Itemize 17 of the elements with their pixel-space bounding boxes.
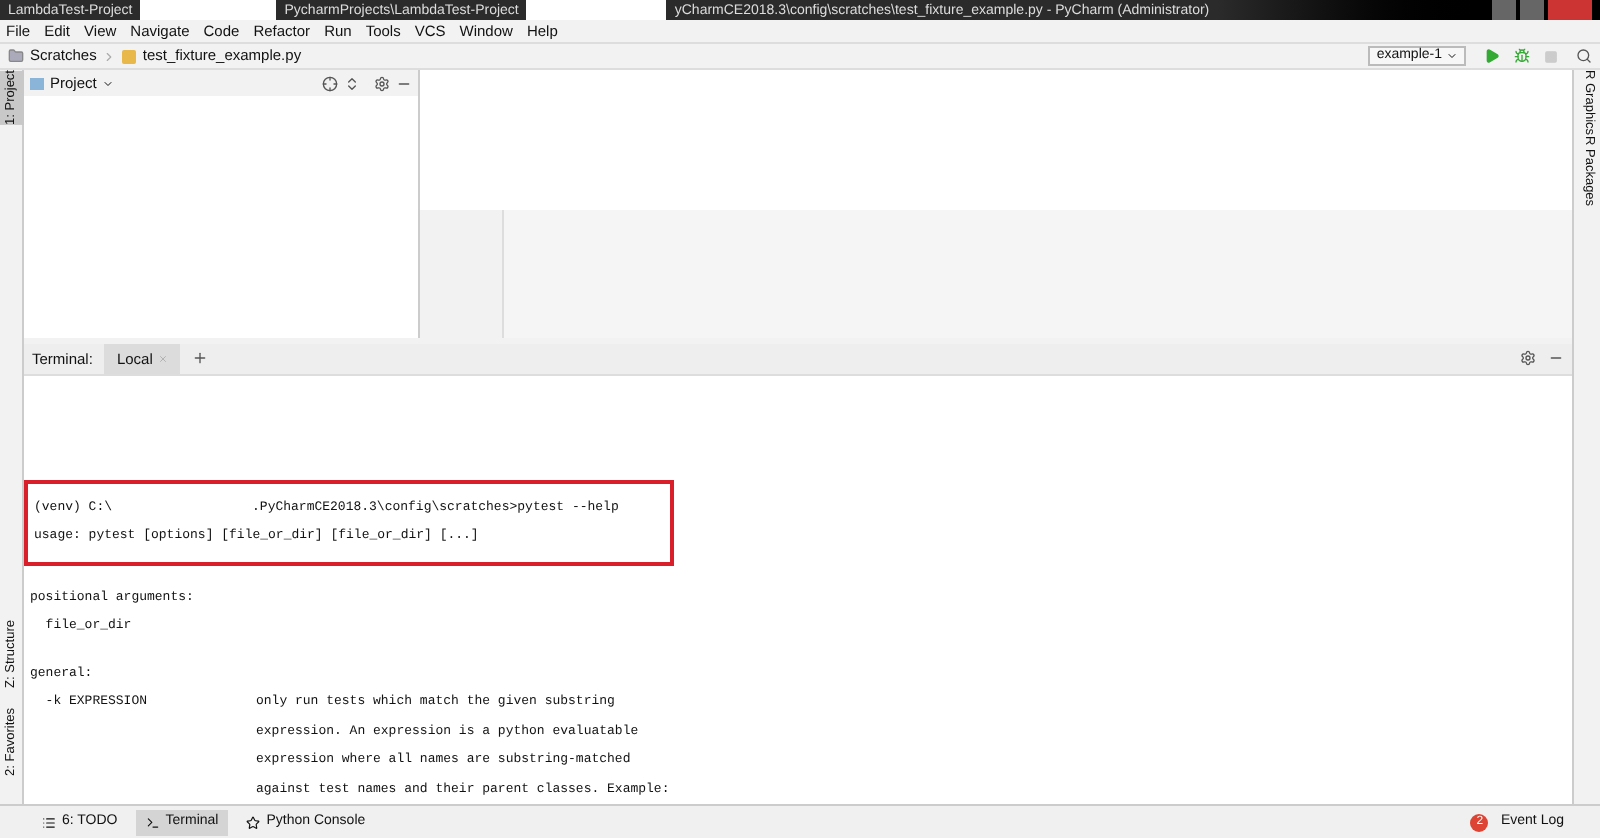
python-file-icon <box>122 49 137 63</box>
folder-icon <box>8 48 24 64</box>
collapse-icon[interactable] <box>344 75 360 91</box>
star-icon <box>246 815 261 829</box>
list-icon <box>42 815 56 829</box>
breadcrumb-separator-icon <box>102 49 117 63</box>
project-view-icon <box>30 77 44 89</box>
search-icon[interactable] <box>1576 48 1592 64</box>
settings-icon[interactable] <box>1520 350 1536 367</box>
caret-icon <box>1446 50 1458 62</box>
terminal-icon <box>145 815 160 829</box>
run-icon[interactable] <box>1484 48 1500 64</box>
settings-icon[interactable] <box>374 75 390 91</box>
bug-icon[interactable] <box>1514 48 1530 64</box>
caret-icon[interactable] <box>102 77 115 89</box>
add-tab-icon[interactable] <box>192 350 209 367</box>
crosshair-icon[interactable] <box>322 75 338 91</box>
